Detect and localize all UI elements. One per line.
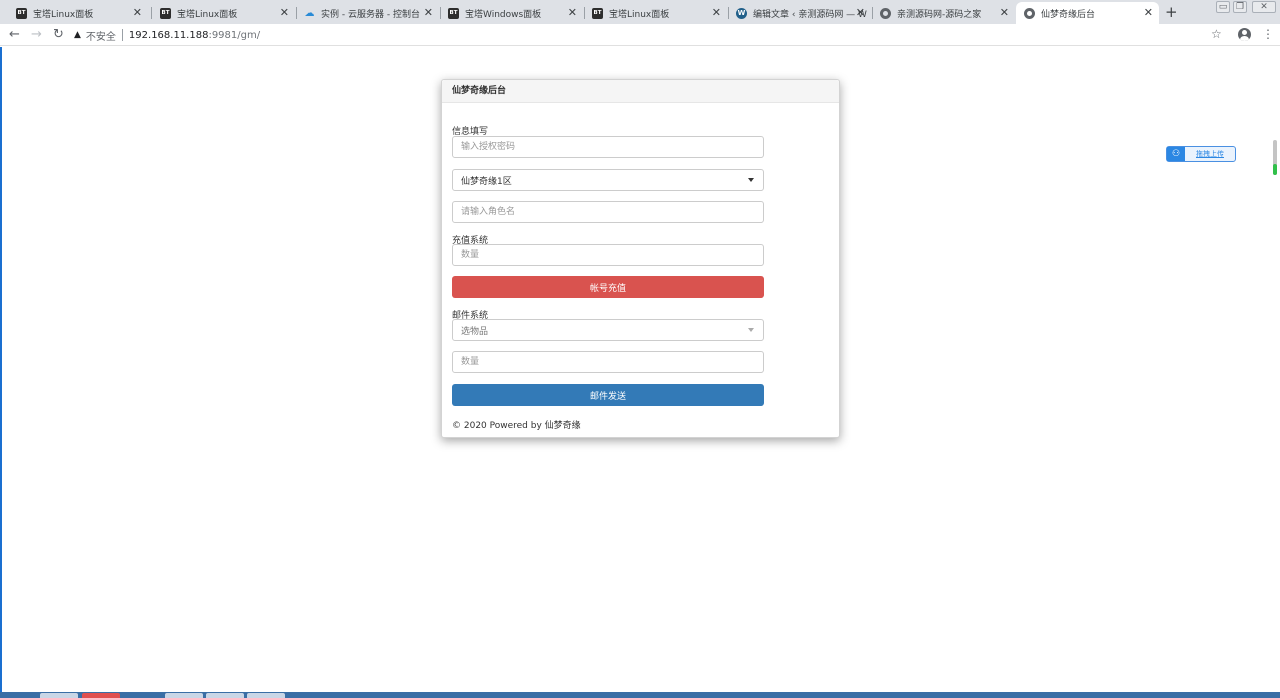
restore-window-icon[interactable]: ❐ xyxy=(1233,1,1247,13)
security-label: 不安全 xyxy=(85,31,116,43)
footer-text: © 2020 Powered by 仙梦奇缘 xyxy=(452,421,581,431)
taskbar-item[interactable] xyxy=(40,693,78,698)
cloud-icon: ☁ xyxy=(304,7,315,19)
tab-title: 亲测源码网-源码之家 xyxy=(897,9,982,20)
close-tab-icon[interactable]: ✕ xyxy=(280,6,289,20)
admin-panel: 仙梦奇缘后台 信息填写 仙梦奇缘1区 充值系统 帐号充值 邮件系统 选物品 邮件… xyxy=(441,79,840,438)
new-tab-button[interactable]: + xyxy=(1165,3,1178,21)
tab-title: 宝塔Linux面板 xyxy=(177,9,238,20)
minimize-window-icon[interactable]: ▭ xyxy=(1216,1,1230,13)
side-scroll-indicator[interactable] xyxy=(1273,140,1277,175)
os-taskbar xyxy=(0,692,1280,698)
close-tab-icon[interactable]: ✕ xyxy=(424,6,433,20)
bt-icon: BT xyxy=(160,7,171,19)
close-tab-icon[interactable]: ✕ xyxy=(712,6,721,20)
tab-title: 宝塔Linux面板 xyxy=(609,9,670,20)
forward-arrow-icon[interactable]: → xyxy=(31,27,42,42)
send-mail-button[interactable]: 邮件发送 xyxy=(452,384,764,406)
window-edge xyxy=(0,47,2,692)
server-select[interactable]: 仙梦奇缘1区 xyxy=(452,169,764,191)
dropdown-caret-icon xyxy=(748,328,754,332)
address-divider xyxy=(121,29,123,41)
browser-tab[interactable]: BT 宝塔Linux面板 ✕ xyxy=(584,2,727,24)
bt-icon: BT xyxy=(16,7,27,19)
recharge-button[interactable]: 帐号充值 xyxy=(452,276,764,298)
url-path: :9981/gm/ xyxy=(208,29,261,41)
close-window-icon[interactable]: ✕ xyxy=(1252,1,1276,13)
recharge-amount-input[interactable] xyxy=(452,244,764,266)
close-tab-icon[interactable]: ✕ xyxy=(568,6,577,20)
server-select-value: 仙梦奇缘1区 xyxy=(461,176,512,187)
item-select[interactable]: 选物品 xyxy=(452,319,764,341)
taskbar-item[interactable] xyxy=(247,693,285,698)
url-host: 192.168.11.188 xyxy=(128,29,209,41)
tab-title: 仙梦奇缘后台 xyxy=(1041,9,1096,20)
globe-icon xyxy=(1024,7,1035,19)
taskbar-item[interactable] xyxy=(165,693,203,698)
bookmark-star-icon[interactable]: ☆ xyxy=(1211,27,1222,41)
password-input[interactable] xyxy=(452,136,764,158)
bt-icon: BT xyxy=(592,7,603,19)
browser-tab[interactable]: 亲测源码网-源码之家 ✕ xyxy=(872,2,1015,24)
close-tab-icon[interactable]: ✕ xyxy=(856,6,865,20)
back-arrow-icon[interactable]: ← xyxy=(9,27,20,42)
close-tab-icon[interactable]: ✕ xyxy=(1144,6,1153,20)
browser-tab[interactable]: W 编辑文章 ‹ 亲测源码网 — W ✕ xyxy=(728,2,871,24)
dropdown-caret-icon xyxy=(748,178,754,182)
globe-icon xyxy=(880,7,891,19)
browser-tab-active[interactable]: 仙梦奇缘后台 ✕ xyxy=(1016,2,1159,24)
address-bar[interactable]: ▲ 不安全 192.168.11.188 :9981/gm/ xyxy=(74,26,1224,44)
browser-tab[interactable]: BT 宝塔Linux面板 ✕ xyxy=(152,2,295,24)
tab-title: 宝塔Linux面板 xyxy=(33,9,94,20)
upload-label: 拖拽上传 xyxy=(1196,150,1224,158)
item-select-placeholder: 选物品 xyxy=(461,326,489,337)
tab-title: 实例 - 云服务器 - 控制台 xyxy=(321,9,420,20)
cloud-upload-icon: ⚇ xyxy=(1167,147,1185,161)
drag-upload-widget[interactable]: ⚇ 拖拽上传 xyxy=(1166,146,1236,162)
tab-title: 宝塔Windows面板 xyxy=(465,9,542,20)
browser-tab[interactable]: ☁ 实例 - 云服务器 - 控制台 ✕ xyxy=(296,2,439,24)
warning-icon: ▲ xyxy=(74,30,81,40)
role-name-input[interactable] xyxy=(452,201,764,223)
taskbar-item[interactable] xyxy=(206,693,244,698)
tab-strip: BT 宝塔Linux面板 ✕ BT 宝塔Linux面板 ✕ ☁ 实例 - 云服务… xyxy=(0,0,1280,24)
browser-tab[interactable]: BT 宝塔Linux面板 ✕ xyxy=(8,2,148,24)
close-tab-icon[interactable]: ✕ xyxy=(1000,6,1009,20)
bt-icon: BT xyxy=(448,7,459,19)
wordpress-icon: W xyxy=(736,7,747,19)
taskbar-item[interactable] xyxy=(82,693,120,698)
tab-title: 编辑文章 ‹ 亲测源码网 — W xyxy=(753,9,867,20)
menu-kebab-icon[interactable]: ⋮ xyxy=(1262,27,1274,41)
account-icon[interactable] xyxy=(1238,28,1251,41)
reload-icon[interactable]: ↻ xyxy=(53,27,64,42)
browser-toolbar: ← → ↻ ▲ 不安全 192.168.11.188 :9981/gm/ ☆ ⋮ xyxy=(0,24,1280,46)
close-tab-icon[interactable]: ✕ xyxy=(133,6,142,20)
mail-amount-input[interactable] xyxy=(452,351,764,373)
panel-title: 仙梦奇缘后台 xyxy=(442,80,839,103)
browser-tab[interactable]: BT 宝塔Windows面板 ✕ xyxy=(440,2,583,24)
